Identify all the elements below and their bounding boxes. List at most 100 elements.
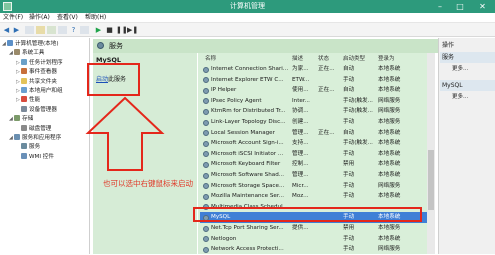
service-row[interactable]: IPsec Policy Agent Inter... 手动(触发... 网络服务	[200, 96, 430, 107]
menu-help[interactable]: 帮助(H)	[85, 13, 106, 23]
column-header-status[interactable]: 状态	[318, 55, 329, 64]
tree-item-label: 系统工具	[22, 50, 45, 57]
service-row[interactable]: Local Session Manager 管理... 正在... 自动 本地系统	[200, 128, 430, 139]
stop-icon[interactable]: ■	[105, 26, 114, 34]
services-header: 服务	[93, 39, 438, 53]
service-startup-cell: 自动	[343, 87, 355, 94]
service-gear-icon	[203, 140, 209, 147]
service-row[interactable]: Link-Layer Topology Disc... 创建... 手动 本地服务	[200, 117, 430, 128]
service-status-cell: 正在...	[318, 87, 335, 94]
service-startup-cell: 禁用	[343, 225, 355, 231]
service-gear-icon	[203, 246, 209, 253]
tree-item-label: 服务	[29, 144, 41, 151]
service-logon-cell: 本地系统	[378, 235, 401, 242]
service-gear-icon	[203, 193, 209, 200]
service-startup-cell: 禁用	[343, 161, 355, 168]
tree-item[interactable]: WMI 控件	[16, 152, 54, 162]
tree-item[interactable]: ▷ 本地用户和组	[16, 87, 63, 96]
menu-file[interactable]: 文件(F)	[3, 13, 23, 23]
maximize-button[interactable]: □	[450, 0, 470, 13]
export-list-icon[interactable]	[58, 26, 67, 34]
play-icon[interactable]: ▶	[94, 26, 103, 34]
tree-item-label: 存储	[22, 116, 34, 123]
service-name-cell: Microsoft Keyboard Filter	[211, 161, 281, 168]
performance-icon	[21, 96, 27, 103]
close-button[interactable]: ✕	[470, 0, 495, 13]
service-row[interactable]: Internet Explorer ETW C... ETW... 手动 本地系统	[200, 75, 430, 86]
tree-item-label: 本地用户和组	[29, 88, 63, 94]
tree-item[interactable]: ▷ 性能	[16, 96, 40, 105]
service-name-cell: IP Helper	[211, 87, 237, 94]
service-gear-icon	[203, 161, 209, 168]
service-logon-cell: 本地系统	[378, 150, 401, 157]
service-name-cell: Link-Layer Topology Disc...	[211, 119, 286, 125]
service-name-cell: Microsoft Account Sign-i...	[211, 140, 284, 147]
service-logon-cell: 本地系统	[378, 193, 401, 200]
more-actions-services[interactable]: 更多...	[452, 65, 492, 74]
column-header-startup-type[interactable]: 启动类型	[343, 55, 365, 64]
service-row[interactable]: Microsoft iSCSI Initiator ... 管理... 手动 本地系统	[200, 149, 430, 160]
help-icon[interactable]: ?	[69, 26, 78, 34]
service-logon-cell: 本地服务	[378, 119, 401, 125]
properties-icon[interactable]	[36, 26, 45, 34]
tree-item[interactable]: ◢ 计算机管理(本地)	[2, 40, 59, 49]
service-row[interactable]: Microsoft Keyboard Filter 控制... 禁用 本地系统	[200, 159, 430, 170]
tree-item[interactable]: ▷ 任务计划程序	[16, 58, 63, 68]
tools-icon	[14, 49, 20, 56]
service-row[interactable]: Net.Tcp Port Sharing Ser... 提供... 禁用 本地服务	[200, 223, 430, 234]
service-logon-cell: 网络服务	[378, 108, 401, 115]
service-startup-cell: 手动	[343, 193, 355, 200]
service-row[interactable]: Netlogon 手动 本地系统	[200, 234, 430, 245]
menu-action[interactable]: 操作(A)	[29, 13, 50, 23]
service-row[interactable]: KtmRm for Distributed Tr... 协调... 手动(触发...…	[200, 106, 430, 117]
tree-item[interactable]: ▷ 事件查看器	[16, 68, 57, 77]
column-header-description[interactable]: 描述	[292, 55, 303, 64]
back-arrow-icon[interactable]: ◀	[2, 26, 11, 34]
service-startup-cell: 手动(触发...	[343, 108, 373, 115]
service-description-cell: 控制...	[292, 161, 309, 168]
restart-icon[interactable]: ▶❚	[127, 26, 138, 34]
service-description-cell: 协调...	[292, 108, 309, 115]
pause-icon[interactable]: ❚❚	[116, 26, 128, 34]
column-header-logon[interactable]: 登录为	[378, 55, 395, 64]
mysql-highlight-box	[193, 207, 422, 222]
tree-item-label: 服务和应用程序	[22, 135, 62, 141]
computer-icon	[7, 40, 13, 46]
tree-item[interactable]: 服务	[16, 143, 40, 152]
tree-item[interactable]: ▷ 共享文件夹	[16, 77, 57, 87]
service-logon-cell: 本地系统	[378, 129, 401, 136]
service-logon-cell: 本地系统	[378, 87, 401, 94]
service-row[interactable]: Mozilla Maintenance Ser... Moz... 手动 本地系统	[200, 191, 430, 202]
annotation-arrow	[85, 96, 165, 171]
service-startup-cell: 手动(触发...	[343, 97, 373, 104]
gear-icon	[21, 143, 27, 150]
forward-arrow-icon[interactable]: ▶	[12, 26, 21, 34]
service-row[interactable]: IP Helper 使用... 正在... 自动 本地系统	[200, 85, 430, 96]
title-bar: 计算机管理 – □ ✕	[0, 0, 495, 13]
tree-item[interactable]: 设备管理器	[16, 105, 57, 115]
tree-item[interactable]: ◢ 服务和应用程序	[9, 134, 61, 143]
minimize-button[interactable]: –	[430, 0, 450, 13]
service-row[interactable]: Internet Connection Shari... 为家... 正在... 自动…	[200, 64, 430, 75]
actions-section-mysql[interactable]: MySQL	[440, 80, 495, 91]
view-icon[interactable]	[80, 26, 89, 34]
refresh-icon[interactable]	[47, 26, 56, 34]
service-description-cell: Moz...	[292, 193, 309, 200]
service-row[interactable]: Network Access Protecti... 手动 网络服务	[200, 244, 430, 255]
actions-section-services[interactable]: 服务	[440, 52, 495, 63]
tree-item[interactable]: 磁盘管理	[16, 124, 51, 134]
menu-view[interactable]: 查看(V)	[57, 13, 78, 23]
tree-item[interactable]: ◢ 存储	[9, 115, 33, 124]
service-name-cell: Netlogon	[211, 235, 237, 242]
service-startup-cell: 手动(触发...	[343, 140, 373, 147]
console-tree-icon[interactable]	[25, 26, 34, 34]
service-gear-icon	[203, 98, 209, 105]
service-row[interactable]: Microsoft Account Sign-i... 支持... 手动(触发...…	[200, 138, 430, 149]
column-header-name[interactable]: 名称	[205, 55, 216, 64]
more-actions-mysql[interactable]: 更多...	[452, 93, 492, 102]
service-logon-cell: 本地系统	[378, 172, 401, 178]
tree-item[interactable]: ◢ 系统工具	[9, 49, 44, 58]
scrollbar-thumb[interactable]	[428, 150, 434, 210]
service-startup-cell: 自动	[343, 66, 355, 72]
users-icon	[21, 87, 27, 93]
